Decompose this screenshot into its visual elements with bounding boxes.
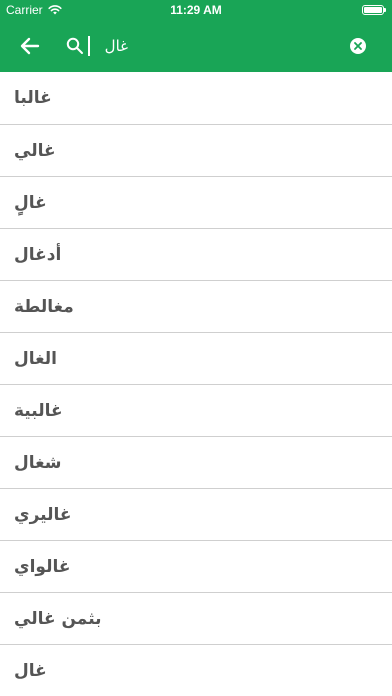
list-item[interactable]: أدغال	[0, 229, 392, 281]
list-item[interactable]: شغال	[0, 437, 392, 489]
search-results-list: غالبا غالي غالٍ أدغال مغالطة الغال غالبي…	[0, 72, 392, 696]
text-caret	[88, 36, 90, 56]
result-word: غالبا	[14, 88, 52, 108]
status-time: 11:29 AM	[170, 3, 222, 17]
result-word: الغال	[14, 348, 57, 369]
result-word: غاليري	[14, 504, 72, 525]
back-button[interactable]	[12, 29, 48, 63]
list-item[interactable]: بثمن غالي	[0, 593, 392, 645]
result-word: أدغال	[14, 244, 62, 265]
result-word: مغالطة	[14, 296, 74, 317]
list-item[interactable]: غاليري	[0, 489, 392, 541]
list-item[interactable]: غالبية	[0, 385, 392, 437]
result-word: غال	[14, 660, 47, 681]
clear-search-button[interactable]	[350, 38, 366, 54]
magnifier-icon	[66, 37, 83, 54]
status-bar: Carrier 11:29 AM	[0, 0, 392, 20]
result-word: بثمن غالي	[14, 608, 102, 629]
result-word: غالواي	[14, 556, 71, 577]
list-item[interactable]: غال	[0, 645, 392, 696]
list-item[interactable]: غالواي	[0, 541, 392, 593]
result-word: غالي	[14, 140, 56, 161]
search-toolbar	[0, 20, 392, 72]
list-item[interactable]: الغال	[0, 333, 392, 385]
list-item[interactable]: مغالطة	[0, 281, 392, 333]
list-item[interactable]: غالبا	[0, 72, 392, 125]
list-item[interactable]: غالي	[0, 125, 392, 177]
result-word: غالبية	[14, 400, 63, 421]
battery-icon	[362, 5, 386, 15]
list-item[interactable]: غالٍ	[0, 177, 392, 229]
result-word: غالٍ	[14, 192, 47, 213]
result-word: شغال	[14, 452, 62, 473]
clear-circle-icon	[354, 42, 362, 50]
search-input[interactable]	[88, 32, 128, 60]
arrow-left-icon	[20, 37, 40, 55]
